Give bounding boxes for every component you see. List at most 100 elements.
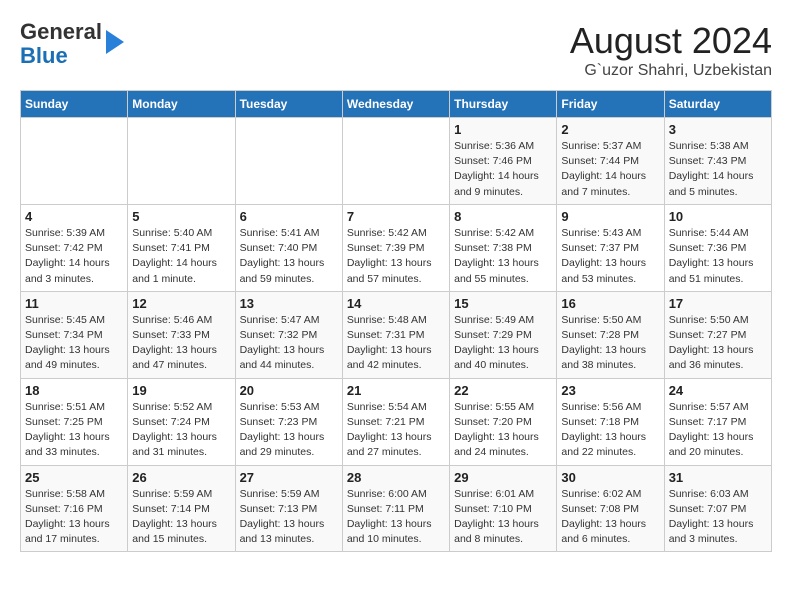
calendar-cell: 19 Sunrise: 5:52 AMSunset: 7:24 PMDayligh… (128, 378, 235, 465)
logo-general: General (20, 19, 102, 44)
day-number: 24 (669, 383, 767, 398)
calendar-cell: 10 Sunrise: 5:44 AMSunset: 7:36 PMDayligh… (664, 204, 771, 291)
day-info: Sunrise: 5:46 AMSunset: 7:33 PMDaylight:… (132, 313, 230, 374)
day-info: Sunrise: 5:52 AMSunset: 7:24 PMDaylight:… (132, 400, 230, 461)
calendar-table: SundayMondayTuesdayWednesdayThursdayFrid… (20, 90, 772, 552)
day-header-sunday: Sunday (21, 91, 128, 118)
day-header-monday: Monday (128, 91, 235, 118)
day-number: 28 (347, 470, 445, 485)
day-info: Sunrise: 5:59 AMSunset: 7:14 PMDaylight:… (132, 487, 230, 548)
day-number: 31 (669, 470, 767, 485)
day-header-wednesday: Wednesday (342, 91, 449, 118)
day-info: Sunrise: 5:40 AMSunset: 7:41 PMDaylight:… (132, 226, 230, 287)
calendar-subtitle: G`uzor Shahri, Uzbekistan (570, 62, 772, 80)
day-number: 30 (561, 470, 659, 485)
calendar-cell (128, 118, 235, 205)
calendar-cell: 26 Sunrise: 5:59 AMSunset: 7:14 PMDayligh… (128, 465, 235, 552)
day-header-friday: Friday (557, 91, 664, 118)
calendar-week-row: 1 Sunrise: 5:36 AMSunset: 7:46 PMDaylight… (21, 118, 772, 205)
day-info: Sunrise: 5:47 AMSunset: 7:32 PMDaylight:… (240, 313, 338, 374)
calendar-cell: 20 Sunrise: 5:53 AMSunset: 7:23 PMDayligh… (235, 378, 342, 465)
day-info: Sunrise: 6:02 AMSunset: 7:08 PMDaylight:… (561, 487, 659, 548)
day-number: 18 (25, 383, 123, 398)
logo-blue: Blue (20, 43, 68, 68)
day-number: 11 (25, 296, 123, 311)
day-number: 2 (561, 122, 659, 137)
calendar-cell: 17 Sunrise: 5:50 AMSunset: 7:27 PMDayligh… (664, 291, 771, 378)
day-info: Sunrise: 6:03 AMSunset: 7:07 PMDaylight:… (669, 487, 767, 548)
logo-arrow-icon (106, 30, 124, 54)
calendar-cell: 4Sunrise: 5:39 AMSunset: 7:42 PMDaylight… (21, 204, 128, 291)
day-info: Sunrise: 5:51 AMSunset: 7:25 PMDaylight:… (25, 400, 123, 461)
day-number: 26 (132, 470, 230, 485)
day-info: Sunrise: 5:42 AMSunset: 7:39 PMDaylight:… (347, 226, 445, 287)
day-number: 3 (669, 122, 767, 137)
day-info: Sunrise: 5:44 AMSunset: 7:36 PMDaylight:… (669, 226, 767, 287)
day-info: Sunrise: 5:59 AMSunset: 7:13 PMDaylight:… (240, 487, 338, 548)
title-block: August 2024 G`uzor Shahri, Uzbekistan (570, 20, 772, 80)
calendar-cell: 31 Sunrise: 6:03 AMSunset: 7:07 PMDayligh… (664, 465, 771, 552)
calendar-cell: 6 Sunrise: 5:41 AMSunset: 7:40 PMDaylight… (235, 204, 342, 291)
calendar-title: August 2024 (570, 20, 772, 62)
calendar-week-row: 4Sunrise: 5:39 AMSunset: 7:42 PMDaylight… (21, 204, 772, 291)
calendar-cell: 14Sunrise: 5:48 AMSunset: 7:31 PMDayligh… (342, 291, 449, 378)
day-info: Sunrise: 5:42 AMSunset: 7:38 PMDaylight:… (454, 226, 552, 287)
day-number: 10 (669, 209, 767, 224)
calendar-cell: 24 Sunrise: 5:57 AMSunset: 7:17 PMDayligh… (664, 378, 771, 465)
day-number: 25 (25, 470, 123, 485)
calendar-week-row: 25 Sunrise: 5:58 AMSunset: 7:16 PMDayligh… (21, 465, 772, 552)
day-info: Sunrise: 5:45 AMSunset: 7:34 PMDaylight:… (25, 313, 123, 374)
calendar-cell: 1 Sunrise: 5:36 AMSunset: 7:46 PMDaylight… (450, 118, 557, 205)
day-number: 13 (240, 296, 338, 311)
day-info: Sunrise: 6:00 AMSunset: 7:11 PMDaylight:… (347, 487, 445, 548)
calendar-cell: 9Sunrise: 5:43 AMSunset: 7:37 PMDaylight… (557, 204, 664, 291)
day-number: 6 (240, 209, 338, 224)
day-number: 14 (347, 296, 445, 311)
calendar-cell: 25 Sunrise: 5:58 AMSunset: 7:16 PMDayligh… (21, 465, 128, 552)
day-header-saturday: Saturday (664, 91, 771, 118)
calendar-cell: 18 Sunrise: 5:51 AMSunset: 7:25 PMDayligh… (21, 378, 128, 465)
day-number: 19 (132, 383, 230, 398)
day-info: Sunrise: 5:36 AMSunset: 7:46 PMDaylight:… (454, 139, 552, 200)
day-number: 29 (454, 470, 552, 485)
calendar-cell (21, 118, 128, 205)
day-number: 21 (347, 383, 445, 398)
day-header-thursday: Thursday (450, 91, 557, 118)
day-info: Sunrise: 5:57 AMSunset: 7:17 PMDaylight:… (669, 400, 767, 461)
calendar-cell (342, 118, 449, 205)
day-number: 7 (347, 209, 445, 224)
calendar-cell: 27 Sunrise: 5:59 AMSunset: 7:13 PMDayligh… (235, 465, 342, 552)
calendar-cell: 12Sunrise: 5:46 AMSunset: 7:33 PMDayligh… (128, 291, 235, 378)
day-number: 23 (561, 383, 659, 398)
calendar-cell: 3 Sunrise: 5:38 AMSunset: 7:43 PMDaylight… (664, 118, 771, 205)
day-number: 27 (240, 470, 338, 485)
calendar-week-row: 18 Sunrise: 5:51 AMSunset: 7:25 PMDayligh… (21, 378, 772, 465)
day-number: 5 (132, 209, 230, 224)
calendar-cell: 29 Sunrise: 6:01 AMSunset: 7:10 PMDayligh… (450, 465, 557, 552)
calendar-cell: 8 Sunrise: 5:42 AMSunset: 7:38 PMDaylight… (450, 204, 557, 291)
day-number: 1 (454, 122, 552, 137)
day-info: Sunrise: 5:50 AMSunset: 7:27 PMDaylight:… (669, 313, 767, 374)
day-info: Sunrise: 5:56 AMSunset: 7:18 PMDaylight:… (561, 400, 659, 461)
calendar-header-row: SundayMondayTuesdayWednesdayThursdayFrid… (21, 91, 772, 118)
day-number: 9 (561, 209, 659, 224)
calendar-cell: 11 Sunrise: 5:45 AMSunset: 7:34 PMDayligh… (21, 291, 128, 378)
calendar-cell: 5 Sunrise: 5:40 AMSunset: 7:41 PMDaylight… (128, 204, 235, 291)
day-info: Sunrise: 5:38 AMSunset: 7:43 PMDaylight:… (669, 139, 767, 200)
day-info: Sunrise: 5:53 AMSunset: 7:23 PMDaylight:… (240, 400, 338, 461)
calendar-cell: 22Sunrise: 5:55 AMSunset: 7:20 PMDayligh… (450, 378, 557, 465)
day-number: 17 (669, 296, 767, 311)
day-header-tuesday: Tuesday (235, 91, 342, 118)
day-info: Sunrise: 5:49 AMSunset: 7:29 PMDaylight:… (454, 313, 552, 374)
logo: General Blue (20, 20, 124, 68)
calendar-cell (235, 118, 342, 205)
day-number: 20 (240, 383, 338, 398)
day-number: 15 (454, 296, 552, 311)
day-info: Sunrise: 6:01 AMSunset: 7:10 PMDaylight:… (454, 487, 552, 548)
day-number: 8 (454, 209, 552, 224)
calendar-cell: 13 Sunrise: 5:47 AMSunset: 7:32 PMDayligh… (235, 291, 342, 378)
day-info: Sunrise: 5:58 AMSunset: 7:16 PMDaylight:… (25, 487, 123, 548)
page-header: General Blue August 2024 G`uzor Shahri, … (20, 20, 772, 80)
day-info: Sunrise: 5:41 AMSunset: 7:40 PMDaylight:… (240, 226, 338, 287)
calendar-cell: 7 Sunrise: 5:42 AMSunset: 7:39 PMDaylight… (342, 204, 449, 291)
